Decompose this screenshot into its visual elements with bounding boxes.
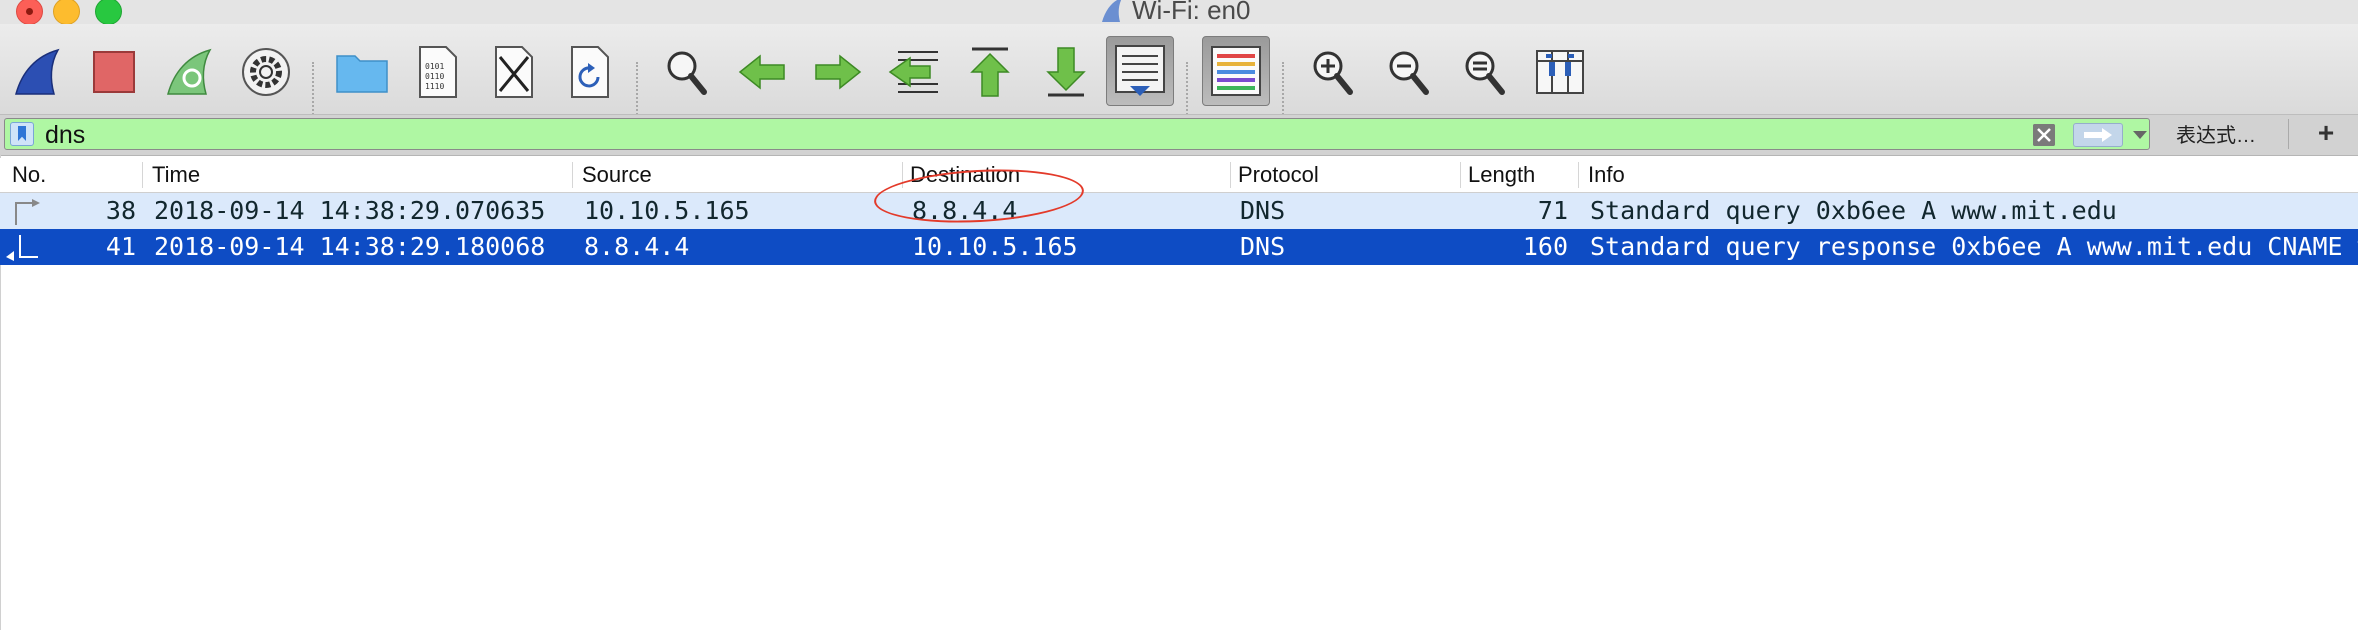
go-to-packet-button[interactable] bbox=[884, 42, 944, 102]
packet-no: 38 bbox=[105, 196, 136, 225]
zoom-out-icon bbox=[1389, 51, 1429, 95]
save-file-button[interactable]: 0101 0110 1110 bbox=[408, 42, 468, 102]
shark-fin-icon bbox=[1102, 0, 1122, 22]
svg-text:0110: 0110 bbox=[425, 72, 444, 81]
svg-text:0101: 0101 bbox=[425, 62, 444, 71]
main-toolbar: 0101 0110 1110 bbox=[0, 24, 2358, 126]
shark-fin-icon bbox=[15, 48, 60, 95]
column-header-info[interactable]: Info bbox=[1580, 158, 2358, 192]
filter-history-dropdown-icon[interactable] bbox=[2133, 131, 2147, 139]
column-divider[interactable] bbox=[142, 162, 143, 188]
zoom-in-icon bbox=[1313, 51, 1353, 95]
auto-scroll-icon bbox=[1115, 45, 1165, 96]
auto-scroll-button[interactable] bbox=[1106, 36, 1174, 106]
packet-time: 2018-09-14 14:38:29.180068 bbox=[154, 232, 546, 261]
restart-fin-icon bbox=[167, 48, 212, 95]
display-filter-bar: dns 表达式… + bbox=[0, 114, 2358, 156]
add-filter-button[interactable]: + bbox=[2308, 115, 2344, 151]
arrow-down-icon bbox=[1046, 47, 1086, 97]
close-window-button[interactable] bbox=[16, 0, 43, 25]
first-packet-button[interactable] bbox=[960, 42, 1020, 102]
packet-protocol: DNS bbox=[1240, 232, 1286, 261]
window-title: Wi-Fi: en0 bbox=[1100, 0, 1251, 25]
packet-source: 8.8.4.4 bbox=[584, 232, 690, 261]
find-packet-button[interactable] bbox=[656, 42, 716, 102]
go-forward-button[interactable] bbox=[808, 42, 868, 102]
apply-filter-icon[interactable] bbox=[2073, 123, 2123, 147]
zoom-in-button[interactable] bbox=[1302, 42, 1362, 102]
display-filter-text[interactable]: dns bbox=[45, 121, 85, 149]
column-divider[interactable] bbox=[572, 162, 573, 188]
column-header-protocol[interactable]: Protocol bbox=[1230, 158, 1460, 192]
magnifier-icon bbox=[667, 51, 707, 95]
binary-file-icon: 010101101110 bbox=[419, 46, 457, 98]
window-title-text: Wi-Fi: en0 bbox=[1132, 0, 1251, 25]
svg-text:1110: 1110 bbox=[425, 82, 444, 91]
zoom-window-button[interactable] bbox=[95, 0, 122, 25]
display-filter-input[interactable]: dns bbox=[4, 118, 2150, 150]
packet-length: 160 bbox=[1522, 232, 1568, 261]
packet-list-header: No. Time Source Destination Protocol Len… bbox=[0, 158, 2358, 193]
filter-separator bbox=[2288, 119, 2289, 149]
column-header-destination[interactable]: Destination bbox=[902, 158, 1230, 192]
close-file-icon bbox=[495, 46, 533, 98]
reload-file-icon bbox=[571, 46, 609, 98]
packet-source: 10.10.5.165 bbox=[584, 196, 750, 225]
request-link-icon bbox=[15, 199, 40, 225]
column-divider[interactable] bbox=[1578, 162, 1579, 188]
stop-square-icon bbox=[93, 51, 135, 93]
packet-row-selected[interactable]: 41 2018-09-14 14:38:29.180068 8.8.4.4 10… bbox=[0, 229, 2358, 265]
resize-columns-icon bbox=[1536, 50, 1584, 94]
packet-length: 71 bbox=[1537, 196, 1568, 225]
column-header-length[interactable]: Length bbox=[1460, 158, 1578, 192]
packet-row[interactable]: 38 2018-09-14 14:38:29.070635 10.10.5.16… bbox=[0, 193, 2358, 229]
resize-columns-button[interactable] bbox=[1530, 42, 1590, 102]
colorize-lines-icon bbox=[1211, 46, 1261, 96]
column-header-no[interactable]: No. bbox=[4, 158, 142, 192]
packet-info: Standard query response 0xb6ee A www.mit… bbox=[1590, 232, 2358, 261]
restart-capture-button[interactable] bbox=[160, 42, 220, 102]
packet-destination: 8.8.4.4 bbox=[912, 196, 1018, 225]
open-file-button[interactable] bbox=[332, 42, 392, 102]
colorize-button[interactable] bbox=[1202, 36, 1270, 106]
response-link-icon bbox=[6, 235, 38, 261]
packet-time: 2018-09-14 14:38:29.070635 bbox=[154, 196, 546, 225]
bookmark-icon[interactable] bbox=[10, 122, 34, 146]
go-back-button[interactable] bbox=[732, 42, 792, 102]
reload-file-button[interactable] bbox=[560, 42, 620, 102]
packet-info: Standard query 0xb6ee A www.mit.edu bbox=[1590, 196, 2117, 225]
expression-button[interactable]: 表达式… bbox=[2156, 117, 2276, 149]
go-to-packet-icon bbox=[888, 51, 938, 93]
packet-destination: 10.10.5.165 bbox=[912, 232, 1078, 261]
column-header-time[interactable]: Time bbox=[144, 158, 572, 192]
last-packet-button[interactable] bbox=[1036, 42, 1096, 102]
stop-capture-button[interactable] bbox=[84, 42, 144, 102]
zoom-out-button[interactable] bbox=[1378, 42, 1438, 102]
normal-size-button[interactable] bbox=[1454, 42, 1514, 102]
arrow-left-icon bbox=[738, 54, 785, 90]
start-capture-button[interactable] bbox=[8, 42, 68, 102]
close-file-button[interactable] bbox=[484, 42, 544, 102]
packet-no: 41 bbox=[105, 232, 136, 261]
zoom-reset-icon bbox=[1465, 51, 1505, 95]
capture-options-button[interactable] bbox=[236, 42, 296, 102]
arrow-up-icon bbox=[970, 47, 1010, 97]
column-header-source[interactable]: Source bbox=[574, 158, 902, 192]
clear-filter-icon[interactable] bbox=[2033, 124, 2055, 146]
minimize-window-button[interactable] bbox=[53, 0, 80, 25]
gear-icon bbox=[242, 48, 290, 96]
arrow-right-icon bbox=[815, 54, 862, 90]
folder-icon bbox=[336, 55, 388, 93]
packet-protocol: DNS bbox=[1240, 196, 1286, 225]
title-bar: Wi-Fi: en0 bbox=[0, 0, 2358, 25]
